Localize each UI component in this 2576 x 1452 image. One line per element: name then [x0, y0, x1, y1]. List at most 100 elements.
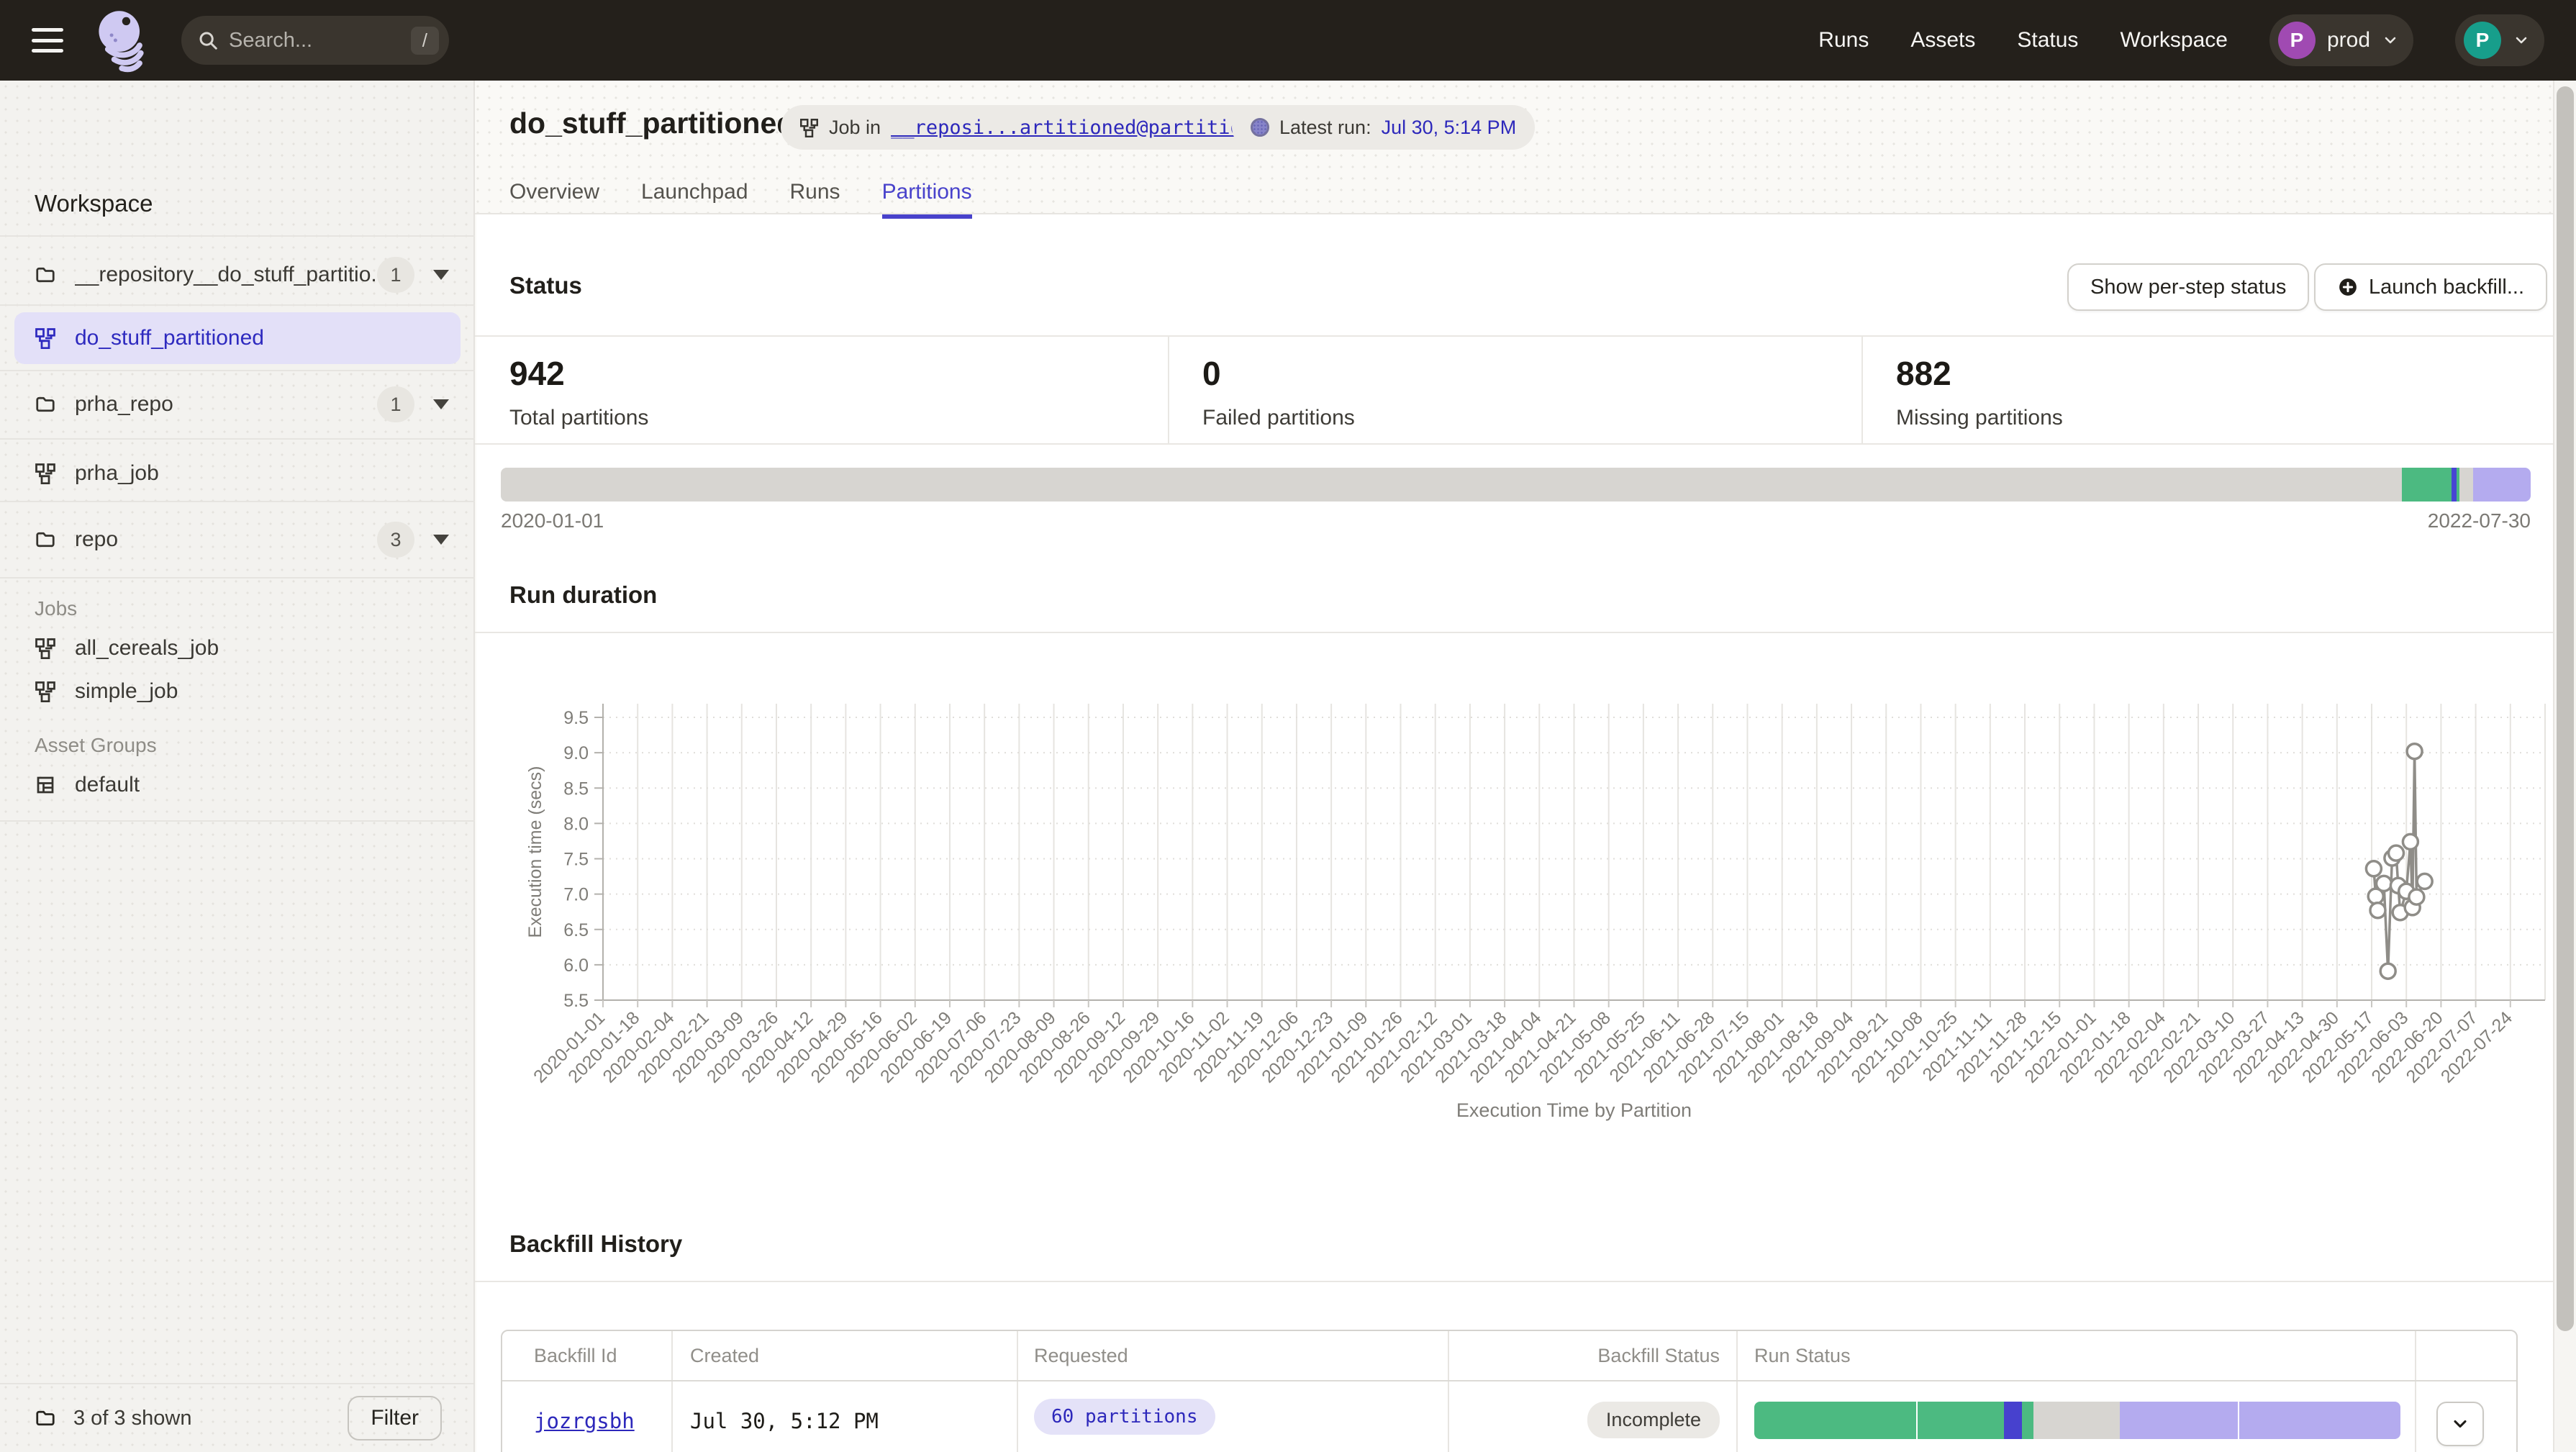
- table-row: jozrgsbh Jul 30, 5:12 PM 60 partitions 2…: [502, 1381, 2516, 1452]
- show-per-step-status-button[interactable]: Show per-step status: [2067, 263, 2309, 311]
- caret-down-icon[interactable]: [433, 270, 449, 280]
- deployment-switcher[interactable]: P prod: [2269, 14, 2413, 66]
- tab-partitions[interactable]: Partitions: [882, 180, 972, 217]
- nav-link-workspace[interactable]: Workspace: [2120, 28, 2228, 53]
- sidebar-asset-group-default[interactable]: default: [35, 773, 140, 797]
- user-menu[interactable]: P: [2455, 14, 2544, 66]
- svg-text:9.0: 9.0: [563, 743, 589, 763]
- sidebar-item-label: prha_job: [75, 461, 449, 486]
- sidebar-item-repository-do-stuff[interactable]: __repository__do_stuff_partitio... 1: [0, 245, 475, 305]
- column-header-created: Created: [671, 1331, 1017, 1380]
- requested-partitions-badge[interactable]: 60 partitions: [1034, 1399, 1215, 1435]
- partition-status-bar[interactable]: [501, 468, 2531, 502]
- backfill-status-badge: Incomplete: [1587, 1402, 1720, 1438]
- execution-time-chart: 5.56.06.57.07.58.08.59.09.52020-01-01202…: [475, 640, 2553, 1144]
- chevron-down-icon: [2513, 32, 2530, 49]
- sidebar-item-do-stuff-partitioned[interactable]: do_stuff_partitioned: [14, 312, 461, 364]
- svg-text:8.5: 8.5: [563, 779, 589, 799]
- stat-value: 0: [1202, 354, 1355, 393]
- tab-runs[interactable]: Runs: [790, 180, 840, 217]
- svg-text:5.5: 5.5: [563, 991, 589, 1011]
- sidebar-item-label: repo: [75, 527, 377, 552]
- run-status-dot: [1251, 118, 1269, 137]
- folder-icon: [35, 1407, 56, 1429]
- sidebar-item-prha-job[interactable]: prha_job: [0, 443, 475, 504]
- chevron-down-icon: [2382, 32, 2399, 49]
- nav-link-runs[interactable]: Runs: [1818, 28, 1869, 53]
- job-icon: [799, 118, 819, 137]
- column-header-backfill-id: Backfill Id: [502, 1331, 671, 1380]
- deployment-avatar: P: [2278, 22, 2316, 59]
- caret-down-icon[interactable]: [433, 399, 449, 409]
- run-status-bar[interactable]: [1754, 1402, 2400, 1439]
- sidebar-footer: 3 of 3 shown Filter: [0, 1383, 473, 1452]
- page-title: do_stuff_partitioned: [509, 106, 794, 140]
- svg-text:6.0: 6.0: [563, 956, 589, 976]
- scrollbar-thumb[interactable]: [2557, 86, 2574, 1331]
- search-box[interactable]: /: [181, 16, 449, 65]
- job-icon: [35, 637, 56, 659]
- column-header-backfill-status: Backfill Status: [1448, 1331, 1736, 1380]
- stat-total-partitions: 942 Total partitions: [509, 354, 648, 430]
- shown-count-label: 3 of 3 shown: [73, 1407, 348, 1430]
- sidebar-item-prha-repo[interactable]: prha_repo 1: [0, 374, 475, 435]
- nav-link-status[interactable]: Status: [2017, 28, 2078, 53]
- asset-group-label: default: [75, 773, 140, 797]
- launch-backfill-button[interactable]: Launch backfill...: [2314, 263, 2547, 311]
- backfill-id-link[interactable]: jozrgsbh: [534, 1409, 635, 1433]
- dagster-app: / Runs Assets Status Workspace P prod P …: [0, 0, 2576, 1452]
- plus-circle-icon: [2337, 276, 2359, 298]
- job-icon: [35, 327, 56, 349]
- show-per-step-status-label: Show per-step status: [2090, 276, 2286, 299]
- search-icon: [197, 30, 219, 51]
- sidebar-job-all-cereals[interactable]: all_cereals_job: [35, 636, 219, 661]
- count-badge: 3: [377, 522, 414, 558]
- count-badge: 1: [377, 386, 414, 422]
- latest-run-label: Latest run:: [1279, 117, 1371, 139]
- nav-link-assets[interactable]: Assets: [1910, 28, 1975, 53]
- folder-icon: [35, 529, 56, 550]
- chevron-down-icon: [2450, 1414, 2470, 1434]
- sidebar-job-label: simple_job: [75, 679, 178, 704]
- run-duration-heading: Run duration: [509, 581, 657, 609]
- table-header-row: Backfill Id Created Requested Backfill S…: [502, 1331, 2516, 1381]
- workspace-sidebar: Workspace __repository__do_stuff_partiti…: [0, 81, 475, 1452]
- sidebar-title: Workspace: [35, 190, 153, 217]
- user-avatar: P: [2464, 22, 2501, 59]
- column-header-actions: [2415, 1331, 2516, 1380]
- stat-label: Failed partitions: [1202, 406, 1355, 430]
- sidebar-job-label: all_cereals_job: [75, 636, 219, 661]
- job-tabs: Overview Launchpad Runs Partitions: [509, 180, 972, 217]
- expand-row-button[interactable]: [2436, 1402, 2484, 1446]
- latest-run-link[interactable]: Jul 30, 5:14 PM: [1382, 117, 1517, 139]
- tab-launchpad[interactable]: Launchpad: [641, 180, 748, 217]
- svg-text:8.0: 8.0: [563, 814, 589, 834]
- scrollbar-track[interactable]: [2553, 81, 2576, 1452]
- svg-text:6.5: 6.5: [563, 920, 589, 940]
- sidebar-item-label: __repository__do_stuff_partitio...: [75, 263, 377, 287]
- column-header-requested: Requested: [1017, 1331, 1448, 1380]
- sidebar-item-repo[interactable]: repo 3: [0, 509, 475, 570]
- stat-value: 942: [509, 354, 648, 393]
- job-icon: [35, 681, 56, 702]
- stat-label: Total partitions: [509, 406, 648, 430]
- range-start-label: 2020-01-01: [501, 509, 604, 532]
- dagster-logo-icon[interactable]: [92, 7, 154, 73]
- launch-backfill-label: Launch backfill...: [2369, 276, 2524, 299]
- tab-overview[interactable]: Overview: [509, 180, 599, 217]
- caret-down-icon[interactable]: [433, 535, 449, 545]
- stat-value: 882: [1896, 354, 2063, 393]
- stat-failed-partitions: 0 Failed partitions: [1202, 354, 1355, 430]
- sidebar-job-simple-job[interactable]: simple_job: [35, 679, 178, 704]
- backfill-history-heading: Backfill History: [509, 1230, 682, 1258]
- svg-text:Execution time (secs): Execution time (secs): [525, 766, 545, 938]
- hamburger-menu-icon[interactable]: [32, 28, 63, 53]
- sidebar-item-label: prha_repo: [75, 392, 377, 417]
- job-icon: [35, 463, 56, 484]
- stat-label: Missing partitions: [1896, 406, 2063, 430]
- backfill-history-table: Backfill Id Created Requested Backfill S…: [501, 1330, 2518, 1452]
- search-input[interactable]: [229, 29, 411, 53]
- svg-text:7.5: 7.5: [563, 850, 589, 870]
- filter-button[interactable]: Filter: [348, 1396, 442, 1440]
- folder-icon: [35, 264, 56, 286]
